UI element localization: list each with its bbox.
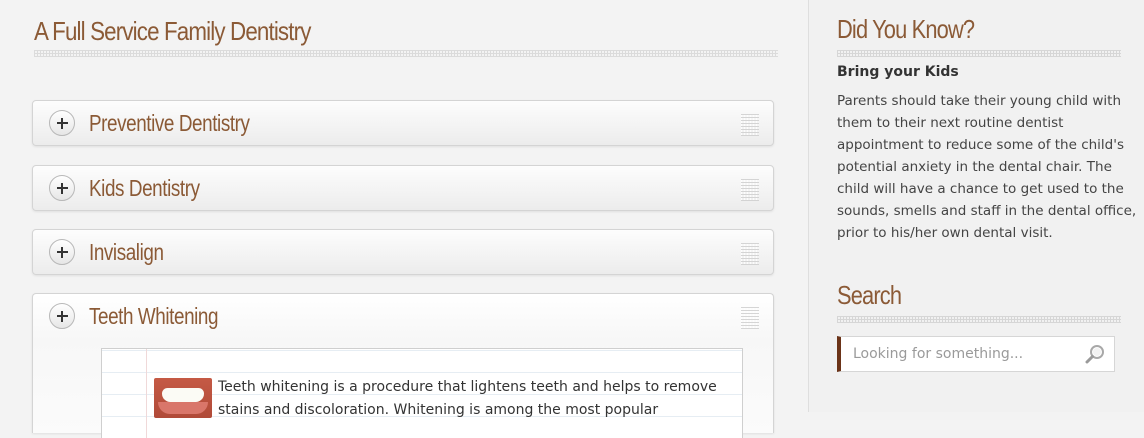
search-title: Search — [837, 280, 902, 310]
title-divider — [34, 50, 778, 57]
grip-icon — [741, 243, 759, 265]
accordion-label[interactable]: Invisalign — [89, 239, 164, 266]
magnifier-icon[interactable] — [1084, 344, 1106, 364]
grip-icon — [741, 179, 759, 201]
did-you-know-divider — [837, 50, 1121, 57]
search-box — [837, 336, 1115, 372]
plus-icon[interactable] — [49, 303, 75, 329]
accordion-label[interactable]: Teeth Whitening — [89, 303, 219, 330]
accordion-label[interactable]: Preventive Dentistry — [89, 110, 250, 137]
did-you-know-title: Did You Know? — [837, 14, 975, 44]
accordion-item-invisalign[interactable]: Invisalign — [32, 229, 774, 275]
accordion-label[interactable]: Kids Dentistry — [89, 175, 200, 202]
accordion-item-teeth-whitening[interactable]: Teeth Whitening Teeth whitening is a pro… — [32, 293, 774, 438]
plus-icon[interactable] — [49, 110, 75, 136]
accordion-item-preventive-dentistry[interactable]: Preventive Dentistry — [32, 100, 774, 146]
plus-icon[interactable] — [49, 239, 75, 265]
main-content: A Full Service Family Dentistry Preventi… — [0, 0, 808, 438]
tip-heading: Bring your Kids — [837, 64, 959, 80]
sidebar: Did You Know? Bring your Kids Parents sh… — [808, 0, 1144, 412]
accordion-content-panel: Teeth whitening is a procedure that ligh… — [101, 348, 743, 438]
search-input[interactable] — [841, 337, 1083, 371]
grip-icon — [741, 114, 759, 136]
page-title: A Full Service Family Dentistry — [34, 16, 311, 46]
accordion-content-text: Teeth whitening is a procedure that ligh… — [218, 379, 717, 418]
grip-icon — [741, 307, 759, 329]
accordion-item-kids-dentistry[interactable]: Kids Dentistry — [32, 165, 774, 211]
teeth-smile-image — [154, 378, 212, 418]
search-divider — [837, 316, 1121, 323]
tip-body: Parents should take their young child wi… — [837, 93, 1137, 241]
plus-icon[interactable] — [49, 175, 75, 201]
